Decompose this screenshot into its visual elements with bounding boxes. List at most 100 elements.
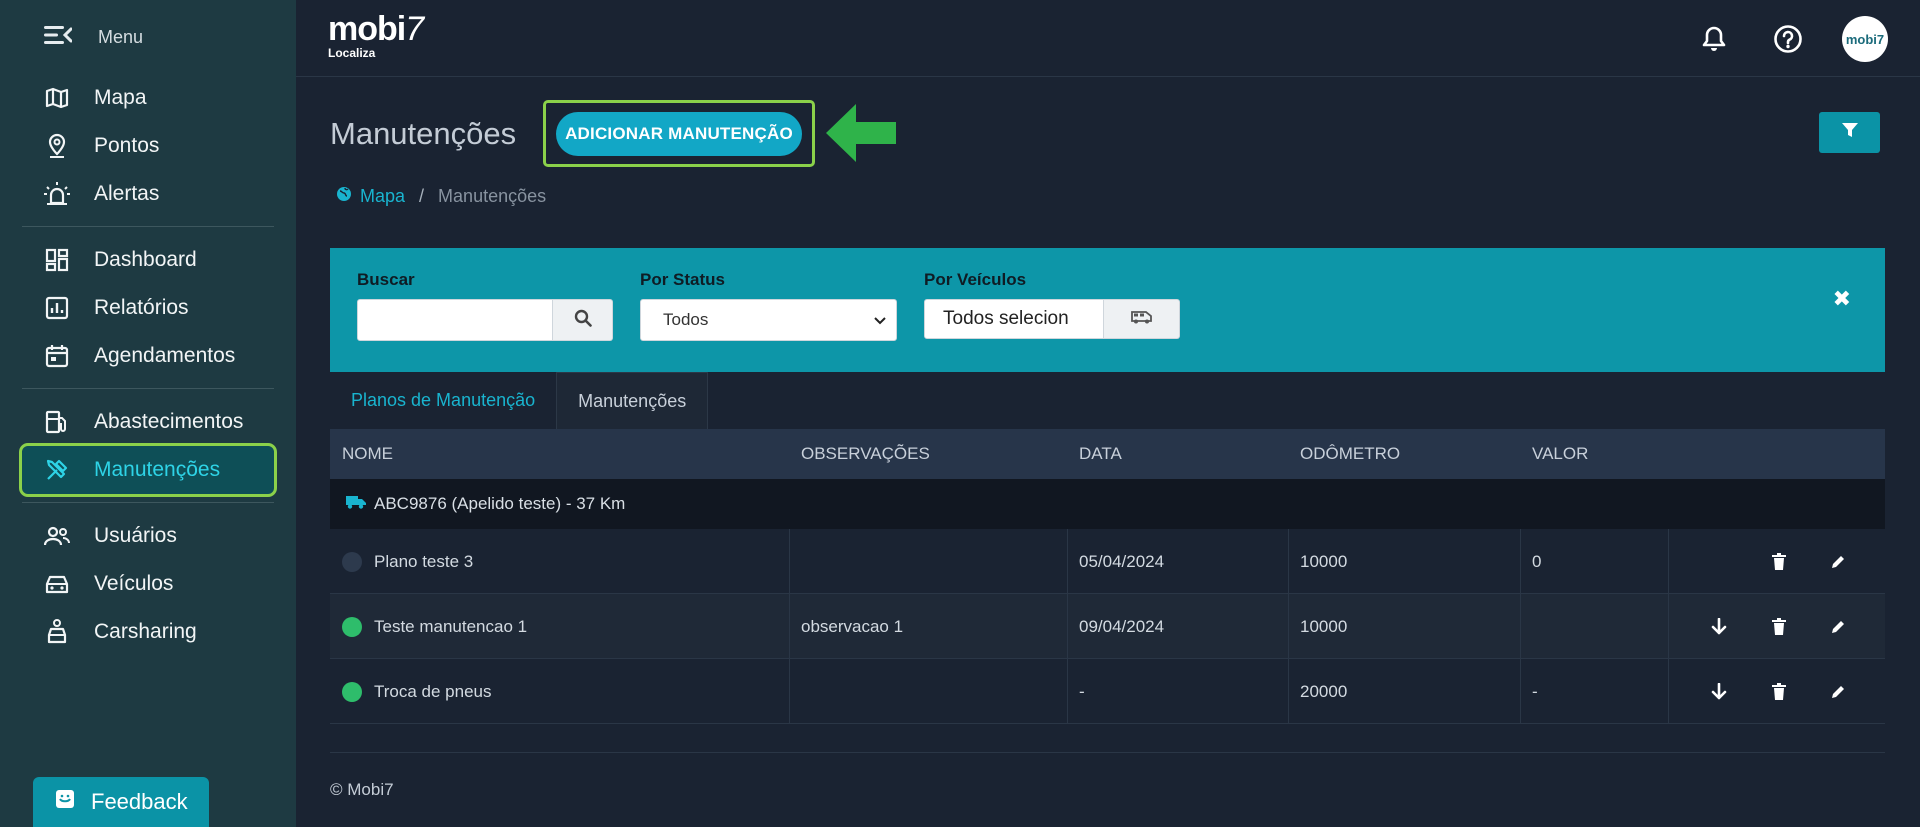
- vehicles-label: Por Veículos: [924, 270, 1027, 289]
- row-name: Troca de pneus: [374, 681, 492, 701]
- vehicles-picker-button[interactable]: [1104, 299, 1180, 339]
- delete-icon[interactable]: [1767, 550, 1791, 574]
- tab-planos-manutencao[interactable]: Planos de Manutenção: [330, 372, 556, 429]
- cell-odometer: 10000: [1289, 594, 1521, 659]
- page-title: Manutenções: [330, 116, 517, 151]
- add-button-highlight: ADICIONAR MANUTENÇÃO: [543, 100, 815, 167]
- row-obs: observacao 1: [801, 616, 904, 636]
- alarm-light-icon: [44, 181, 70, 207]
- row-actions: [1669, 659, 1885, 724]
- sidebar-item-veiculos[interactable]: Veículos: [22, 560, 274, 608]
- table-row: Teste manutencao 1 observacao 1 09/04/20…: [330, 594, 1885, 659]
- sidebar-item-usuarios[interactable]: Usuários: [22, 512, 274, 560]
- status-label: Por Status: [640, 270, 726, 289]
- fuel-pump-icon: [44, 409, 70, 435]
- status-dot-icon: [342, 551, 362, 572]
- nav-divider: [22, 502, 274, 503]
- menu-label: Menu: [98, 27, 144, 47]
- sidebar-item-dashboard[interactable]: Dashboard: [22, 236, 274, 284]
- row-odometer: 20000: [1300, 681, 1348, 701]
- feedback-button[interactable]: Feedback: [33, 777, 209, 827]
- globe-icon: [336, 186, 352, 207]
- close-filter-icon[interactable]: ✖: [1833, 286, 1851, 312]
- sidebar-item-label: Mapa: [94, 86, 147, 109]
- cell-odometer: 10000: [1289, 529, 1521, 594]
- filter-panel: Buscar Por Status Todos Por Veículos Tod…: [330, 248, 1885, 372]
- column-data[interactable]: DATA: [1079, 444, 1122, 464]
- bell-icon[interactable]: [1694, 19, 1734, 59]
- add-maintenance-button[interactable]: ADICIONAR MANUTENÇÃO: [556, 111, 802, 156]
- sidebar-item-carsharing[interactable]: Carsharing: [22, 608, 274, 656]
- download-arrow-icon[interactable]: [1707, 615, 1731, 639]
- delete-icon[interactable]: [1767, 615, 1791, 639]
- cell-date: -: [1068, 659, 1289, 724]
- row-odometer: 10000: [1300, 616, 1348, 636]
- avatar[interactable]: mobi7: [1842, 16, 1888, 62]
- status-value: Todos: [663, 310, 709, 329]
- breadcrumb-separator: /: [419, 186, 425, 206]
- status-select[interactable]: Todos: [640, 299, 897, 341]
- tools-icon: [44, 457, 70, 483]
- filter-toggle-button[interactable]: [1819, 112, 1880, 153]
- maintenance-table: NOME OBSERVAÇÕES DATA ODÔMETRO VALOR ABC…: [330, 429, 1885, 724]
- sidebar-item-label: Dashboard: [94, 248, 197, 271]
- row-value: -: [1532, 681, 1538, 701]
- breadcrumb-home-link[interactable]: Mapa: [360, 186, 405, 207]
- vehicles-select[interactable]: Todos selecion: [924, 299, 1104, 339]
- table-header: NOME OBSERVAÇÕES DATA ODÔMETRO VALOR: [330, 429, 1885, 479]
- column-odometro[interactable]: ODÔMETRO: [1300, 444, 1400, 464]
- sidebar-item-mapa[interactable]: Mapa: [22, 74, 274, 122]
- tab-manutencoes[interactable]: Manutenções: [556, 372, 709, 429]
- help-icon[interactable]: [1768, 19, 1808, 59]
- sidebar-item-label: Pontos: [94, 134, 160, 157]
- edit-icon[interactable]: [1826, 615, 1850, 639]
- sidebar-item-label: Manutenções: [94, 458, 221, 481]
- tabs: Planos de Manutenção Manutenções: [330, 372, 709, 429]
- column-valor[interactable]: VALOR: [1532, 444, 1588, 464]
- vehicle-group-row: ABC9876 (Apelido teste) - 37 Km: [330, 479, 1885, 529]
- cell-value: 0: [1521, 529, 1669, 594]
- table-row: Plano teste 3 05/04/2024 10000 0: [330, 529, 1885, 594]
- map-icon: [44, 85, 70, 111]
- edit-icon[interactable]: [1826, 680, 1850, 704]
- cell-name: Teste manutencao 1: [330, 594, 790, 659]
- column-observacoes[interactable]: OBSERVAÇÕES: [801, 444, 930, 464]
- delete-icon[interactable]: [1767, 680, 1791, 704]
- calendar-icon: [44, 343, 70, 369]
- breadcrumb: Mapa / Manutenções: [336, 186, 546, 207]
- search-input[interactable]: [357, 299, 553, 341]
- search-label: Buscar: [357, 270, 415, 289]
- top-icons: mobi7: [1694, 16, 1888, 62]
- download-arrow-icon[interactable]: [1707, 680, 1731, 704]
- cell-date: 05/04/2024: [1068, 529, 1289, 594]
- dashboard-icon: [44, 247, 70, 273]
- row-name: Plano teste 3: [374, 551, 474, 571]
- sidebar-item-manutencoes[interactable]: Manutenções: [19, 443, 277, 497]
- feedback-label: Feedback: [91, 789, 188, 814]
- edit-icon[interactable]: [1826, 550, 1850, 574]
- filter-icon: [1841, 121, 1859, 144]
- menu-toggle[interactable]: Menu: [44, 24, 143, 51]
- cell-obs: [790, 659, 1068, 724]
- sidebar-item-agendamentos[interactable]: Agendamentos: [22, 332, 274, 380]
- menu-collapse-icon: [44, 24, 73, 51]
- column-nome[interactable]: NOME: [342, 444, 393, 464]
- truck-icon: [346, 494, 366, 514]
- pointer-arrow-icon: [826, 104, 898, 167]
- search-field: Buscar: [357, 270, 613, 341]
- sidebar-item-relatorios[interactable]: Relatórios: [22, 284, 274, 332]
- row-actions: [1669, 529, 1885, 594]
- sidebar-item-pontos[interactable]: Pontos: [22, 122, 274, 170]
- search-button[interactable]: [553, 299, 613, 341]
- logo-word: mobi: [328, 10, 406, 48]
- row-date: 09/04/2024: [1079, 616, 1165, 636]
- sidebar: Menu Mapa Pontos Alertas Dashboard Relat…: [0, 0, 296, 827]
- cell-date: 09/04/2024: [1068, 594, 1289, 659]
- sidebar-item-alertas[interactable]: Alertas: [22, 170, 274, 218]
- sidebar-item-label: Veículos: [94, 572, 174, 595]
- logo[interactable]: mobi7 Localiza: [328, 10, 424, 60]
- sidebar-item-abastecimentos[interactable]: Abastecimentos: [22, 398, 274, 446]
- row-value: 0: [1532, 551, 1542, 571]
- users-icon: [44, 523, 70, 549]
- feedback-icon: [55, 789, 75, 815]
